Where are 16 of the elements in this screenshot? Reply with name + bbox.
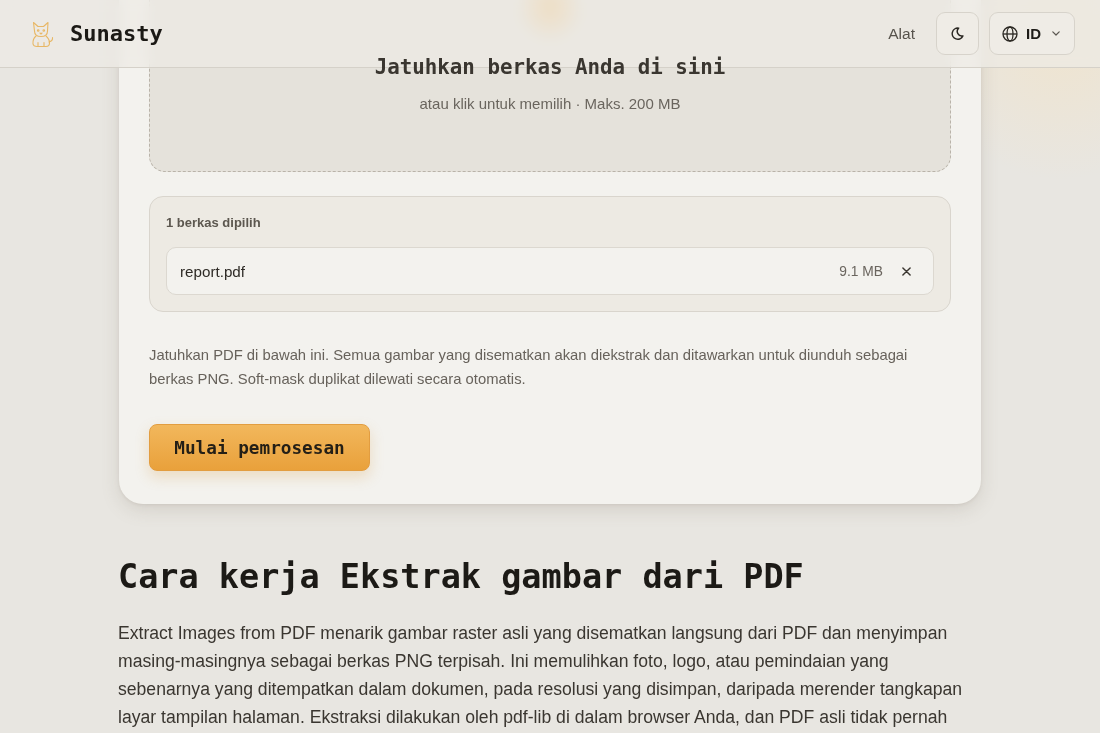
selected-files-label: 1 berkas dipilih [166,214,262,232]
file-name: report.pdf [180,262,245,280]
tool-description: Jatuhkan PDF di bawah ini. Semua gambar yang disematkan akan diekstrak dan ditawarkan untuk diunduh sebagai berkas PNG. Soft-mask duplikat dilewati secara otomatis. [149,346,909,389]
start-processing-button[interactable]: Mulai pemrosesan [149,424,370,471]
dropzone-hint: atau klik untuk memilih · Maks. 200 MB [418,94,682,114]
theme-toggle-button[interactable] [936,12,979,55]
moon-icon [951,27,964,40]
section-heading: Cara kerja Ekstrak gambar dari PDF [118,556,805,598]
dropzone-title: Jatuhkan berkas Anda di sini [373,54,727,81]
globe-icon [1002,25,1018,42]
language-button[interactable]: ID [989,12,1075,55]
close-icon [901,266,911,276]
chevron-down-icon [1052,31,1060,36]
file-size: 9.1 MB [839,263,883,279]
section-paragraph: Extract Images from PDF menarik gambar raster asli yang disematkan langsung dari PDF dan menyimpan masing-masingnya sebagai berkas PNG terpisah. Ini memulihkan foto, logo, atau pemindaian yang sebenarnya yang ditempatkan dalam dokumen, pada resolusi yang disimpan, daripada merender tangkapan layar tampilan halaman. Ekstraksi dilakukan oleh pdf-lib di dalam browser Anda, dan PDF asli tidak pernah [118,622,964,729]
nav-link[interactable]: Alat [888,24,915,43]
